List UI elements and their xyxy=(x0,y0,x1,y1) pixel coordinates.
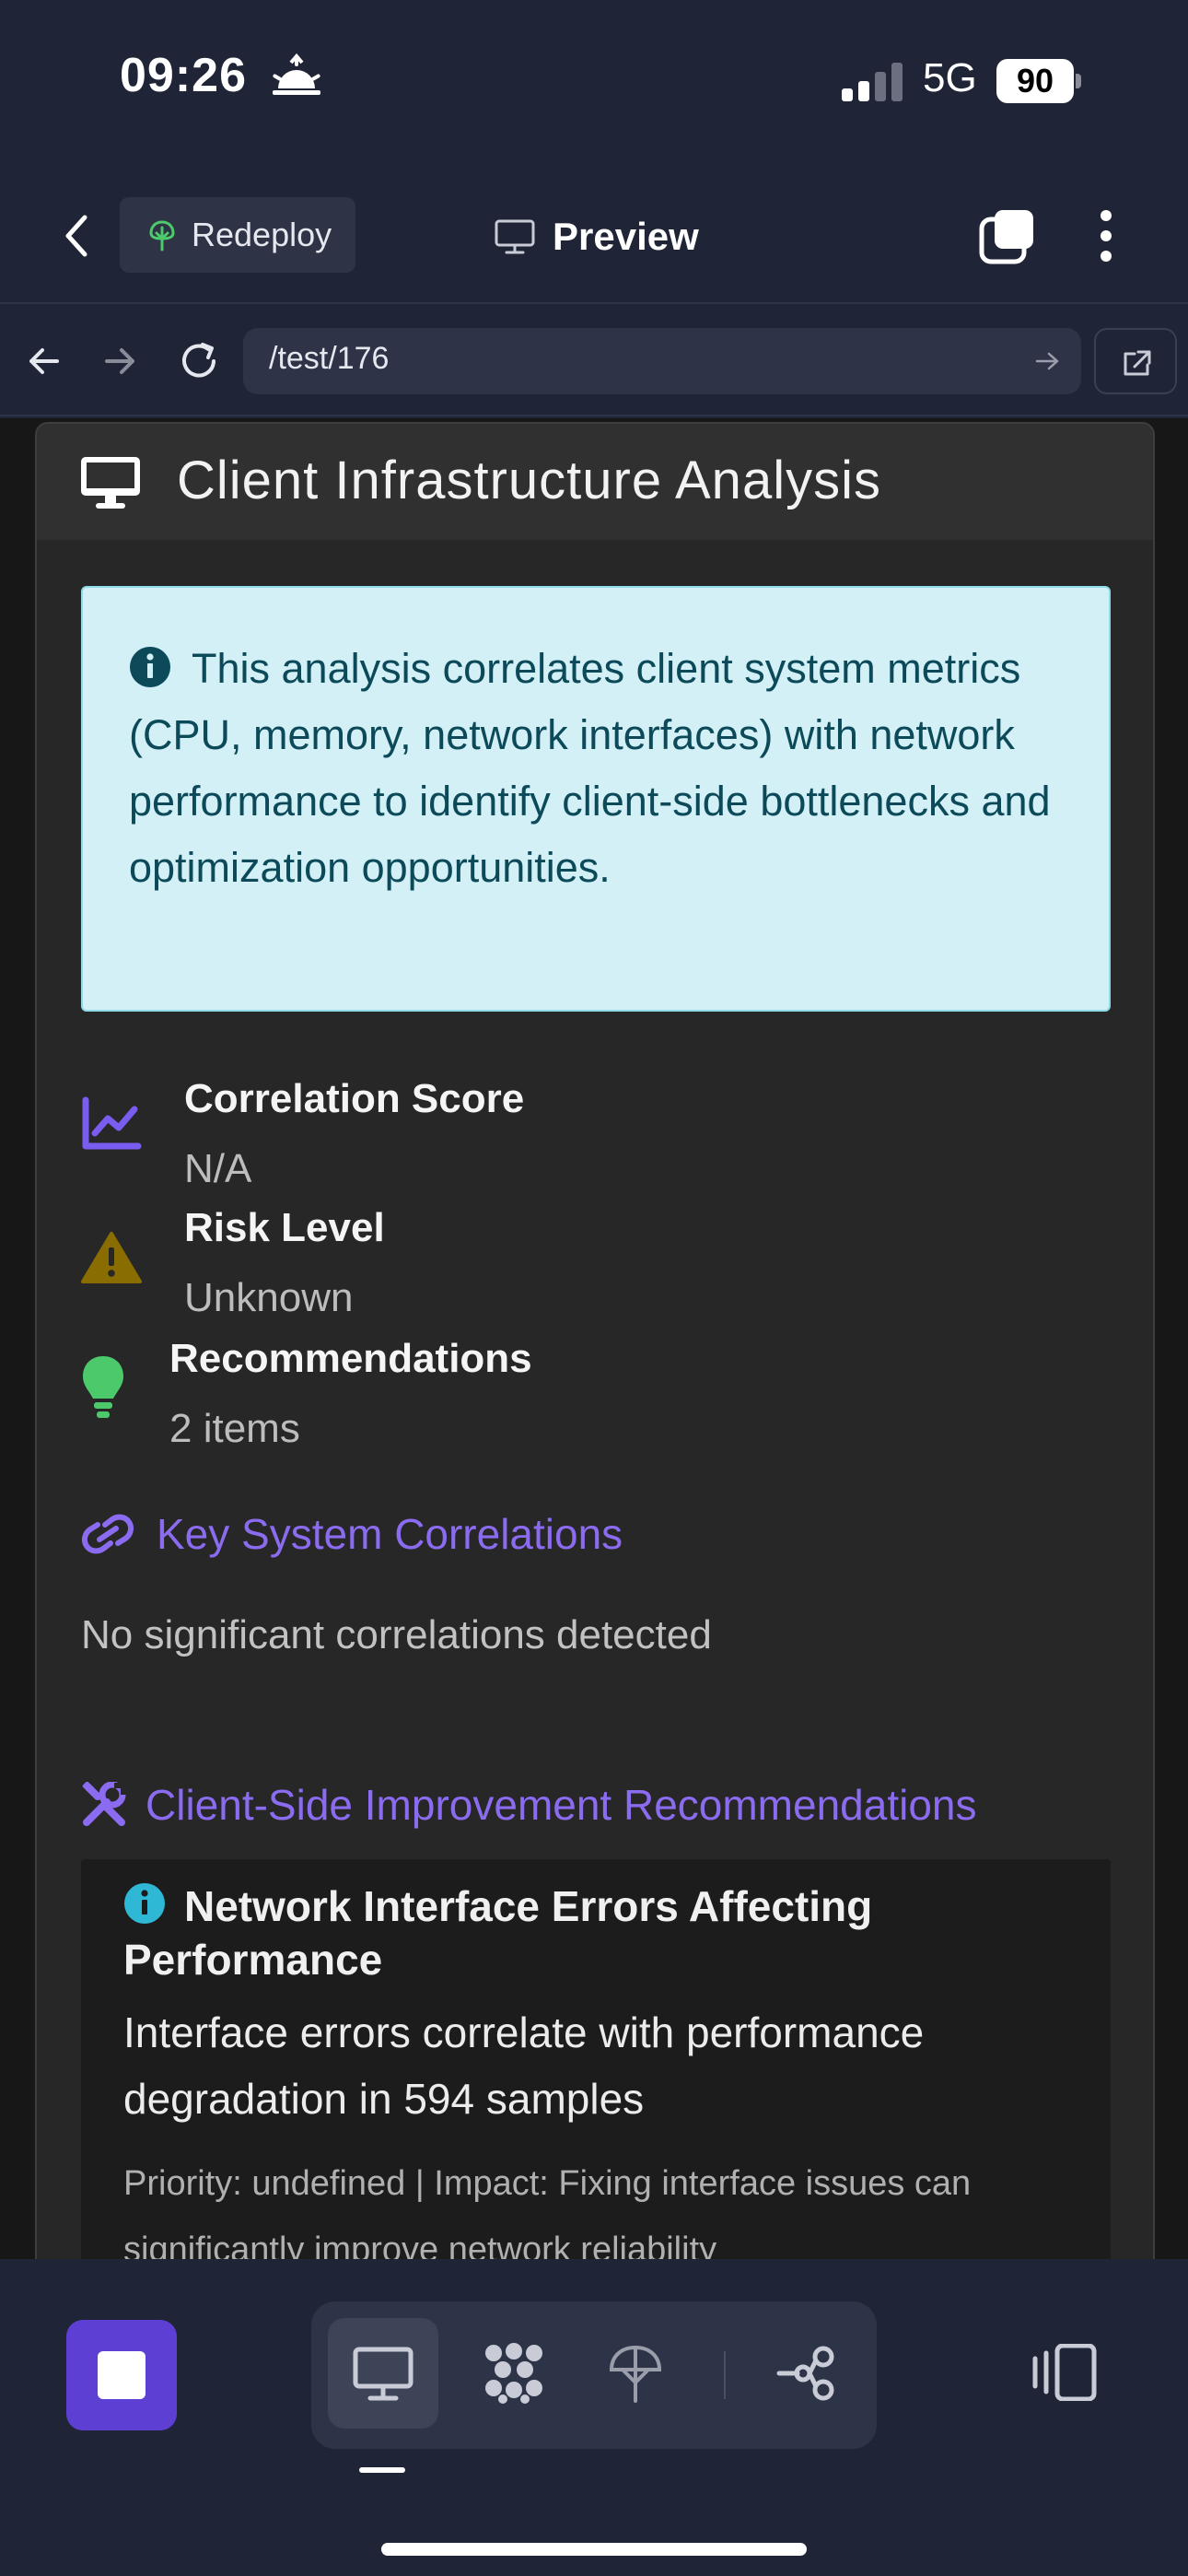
stop-button[interactable] xyxy=(66,2320,177,2430)
deploy-tree-icon xyxy=(609,2345,662,2403)
info-alert: This analysis correlates client system m… xyxy=(81,586,1111,1012)
card-title: Client Infrastructure Analysis xyxy=(177,451,881,510)
info-circle-icon xyxy=(130,647,170,687)
correlations-heading: Key System Correlations xyxy=(81,1509,623,1559)
card-header: Client Infrastructure Analysis xyxy=(37,424,1153,540)
status-time: 09:26 xyxy=(120,49,247,102)
redeploy-button[interactable]: Redeploy xyxy=(120,197,355,273)
view-mode-group xyxy=(311,2301,877,2449)
sunrise-icon xyxy=(273,53,320,95)
preview-label: Preview xyxy=(553,215,699,258)
divider xyxy=(724,2351,726,2399)
redeploy-label: Redeploy xyxy=(192,216,332,253)
open-external-button[interactable] xyxy=(1094,328,1177,394)
empty-correlations-text: No significant correlations detected xyxy=(81,1612,712,1657)
warning-triangle-icon xyxy=(81,1232,142,1283)
app-toolbar: Redeploy Preview xyxy=(0,166,1188,304)
go-arrow-icon[interactable] xyxy=(1035,350,1061,372)
cluster-icon xyxy=(485,2343,542,2404)
web-content: Client Infrastructure Analysis This anal… xyxy=(0,418,1188,2259)
desktop-icon xyxy=(81,457,140,509)
metric-value: 2 items xyxy=(169,1406,300,1451)
tabs-icon[interactable] xyxy=(978,206,1037,265)
stop-square-icon xyxy=(98,2351,146,2399)
battery-icon: 90 xyxy=(996,59,1081,103)
arrow-left-icon[interactable] xyxy=(26,343,63,380)
info-circle-icon xyxy=(124,1883,165,1924)
link-icon xyxy=(81,1514,134,1554)
recommendation-title-text: Network Interface Errors Affecting Perfo… xyxy=(123,1882,873,1984)
monitor-outline-icon xyxy=(495,219,535,254)
monitor-outline-icon xyxy=(353,2347,413,2401)
recommendations-heading: Client-Side Improvement Recommendations xyxy=(81,1780,977,1830)
status-bar: 09:26 5G 90 xyxy=(0,0,1188,166)
metric-title: Recommendations xyxy=(169,1336,532,1381)
info-text: This analysis correlates client system m… xyxy=(129,645,1051,891)
desktop-view-button[interactable] xyxy=(328,2318,438,2429)
deploy-button[interactable] xyxy=(580,2318,691,2429)
more-options-icon[interactable] xyxy=(1092,206,1120,265)
network-type: 5G xyxy=(923,55,977,100)
recommendation-description: Interface errors correlate with performa… xyxy=(123,2008,925,2123)
bottom-toolbar xyxy=(0,2259,1188,2576)
device-toggle-icon[interactable] xyxy=(1031,2344,1098,2401)
url-input[interactable]: /test/176 xyxy=(243,328,1081,394)
back-chevron-icon[interactable] xyxy=(55,206,98,265)
arrow-right-icon[interactable] xyxy=(101,343,138,380)
home-indicator[interactable] xyxy=(381,2543,807,2556)
reload-icon[interactable] xyxy=(179,341,221,381)
analysis-card: Client Infrastructure Analysis This anal… xyxy=(35,422,1155,2259)
deploy-tree-icon xyxy=(149,220,175,252)
chart-line-icon xyxy=(82,1096,142,1150)
recommendations-heading-text: Client-Side Improvement Recommendations xyxy=(146,1781,977,1829)
correlations-heading-text: Key System Correlations xyxy=(157,1510,623,1558)
lightbulb-icon xyxy=(83,1356,123,1418)
browser-bar: /test/176 xyxy=(0,306,1188,416)
preview-tab[interactable]: Preview xyxy=(494,206,699,267)
components-button[interactable] xyxy=(459,2318,569,2429)
battery-level: 90 xyxy=(996,59,1074,103)
recommendation-title: Network Interface Errors Affecting Perfo… xyxy=(123,1879,1063,1986)
metric-title: Correlation Score xyxy=(184,1076,525,1121)
recommendation-meta: Priority: undefined | Impact: Fixing int… xyxy=(123,2164,972,2259)
tools-icon xyxy=(82,1782,126,1826)
external-link-icon xyxy=(1124,350,1151,376)
active-tab-indicator xyxy=(359,2467,405,2473)
url-text: /test/176 xyxy=(269,341,390,376)
metric-title: Risk Level xyxy=(184,1205,385,1250)
metric-value: Unknown xyxy=(184,1275,354,1320)
workflow-icon xyxy=(776,2346,834,2401)
metric-value: N/A xyxy=(184,1146,252,1191)
cellular-signal-icon xyxy=(842,63,903,101)
workflow-button[interactable] xyxy=(751,2318,862,2429)
recommendation-item: Network Interface Errors Affecting Perfo… xyxy=(81,1859,1111,2259)
